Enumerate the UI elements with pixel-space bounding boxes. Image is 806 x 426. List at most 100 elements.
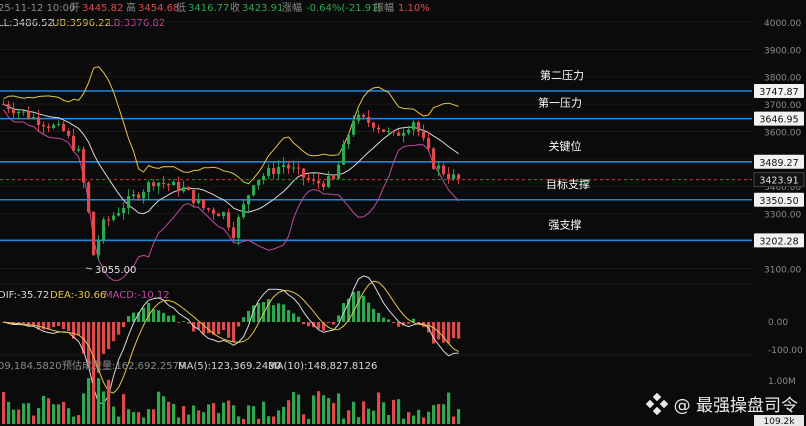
watermark-text: @ 最强操盘司令: [673, 396, 798, 416]
macd-bar: [327, 322, 331, 323]
candle: [237, 217, 241, 239]
volume-bar: [87, 378, 91, 424]
candle: [372, 122, 376, 128]
low-annotation: 3055.00: [85, 265, 136, 276]
macd-bar: [357, 290, 361, 322]
volume-bar: [182, 406, 186, 424]
candle: [227, 212, 231, 228]
volume-bar: [177, 417, 181, 424]
volume-bar: [77, 415, 81, 424]
candle: [387, 130, 391, 132]
volume-bar: [362, 401, 366, 424]
candle: [212, 209, 216, 214]
level-price-label: 3350.50: [759, 196, 798, 207]
low-label: 低: [176, 1, 186, 14]
open-label: 开: [70, 3, 80, 14]
candle: [82, 149, 86, 183]
macd-bar: [372, 308, 376, 322]
volume-bar: [12, 409, 16, 424]
volume-bar: [257, 418, 261, 424]
lower-band-line: [3, 109, 459, 281]
macd-bar: [277, 303, 281, 322]
macd-bar: [292, 313, 296, 322]
candle: [347, 134, 351, 145]
candle: [412, 122, 416, 130]
low-annotation-label: 3055.00: [95, 265, 136, 276]
macd-bar: [117, 322, 121, 335]
volume-bar: [32, 415, 36, 424]
macd-bar: [377, 312, 381, 322]
candle: [367, 116, 371, 123]
volume-value: 09,184.5820: [0, 361, 62, 372]
macd-bar: [67, 322, 71, 331]
candle: [282, 164, 286, 168]
candle: [292, 167, 296, 169]
volume-bar: [227, 400, 231, 424]
current-price: 3423.91: [0, 172, 805, 188]
macd-bar: [57, 322, 61, 326]
volume-bar: [172, 403, 176, 424]
volume-bar: [382, 402, 386, 424]
candle: [187, 187, 191, 191]
macd-bar: [332, 322, 336, 325]
volume-bar: [312, 395, 316, 424]
macd-bar: [62, 322, 66, 330]
y-tick-label: 3300.00: [764, 211, 801, 221]
volume-bar: [447, 392, 451, 424]
macd-bar: [302, 322, 306, 325]
volume-bar: [307, 418, 311, 424]
candle: [37, 117, 41, 125]
amp-value: 1.10%: [398, 3, 430, 14]
candle: [362, 114, 366, 117]
watermark: @ 最强操盘司令: [645, 391, 798, 416]
level-price-label: 3646.95: [759, 115, 798, 126]
volume-bar: [367, 408, 371, 424]
level-price-label: 3489.27: [759, 158, 798, 169]
volume-bar: [217, 412, 221, 424]
candle: [142, 192, 146, 199]
candle: [352, 120, 356, 135]
candle: [222, 212, 226, 217]
macd-bar: [187, 322, 191, 324]
macd-bar: [352, 291, 356, 322]
volume-bar: [102, 391, 106, 424]
candle: [102, 219, 106, 241]
candle: [22, 111, 26, 113]
bollinger-bands: [3, 66, 459, 281]
volume-bar: [372, 410, 376, 424]
candle: [207, 208, 211, 210]
macd-bar: [217, 322, 221, 335]
candle: [297, 167, 301, 169]
close-value: 3423.91: [242, 3, 283, 14]
volume-bar: [402, 418, 406, 424]
macd-bar: [407, 322, 411, 324]
macd-bar: [287, 310, 291, 322]
level-price-label: 3202.28: [759, 236, 798, 247]
candle: [7, 104, 11, 110]
volume-bar: [192, 405, 196, 424]
macd-bar: [247, 310, 251, 322]
volume-bar: [337, 393, 341, 424]
boll-lb: LB:3376.82: [108, 18, 165, 29]
volume-bar: [147, 409, 151, 424]
low-value: 3416.77: [188, 3, 229, 14]
macd-bar: [112, 322, 116, 342]
candle: [92, 211, 96, 256]
y-tick-label: 3700.00: [764, 101, 801, 111]
macd-bar: [52, 322, 56, 328]
macd-bar: [172, 315, 176, 322]
volume-bar: [27, 403, 31, 424]
volume-bar: [92, 382, 96, 424]
macd-dif: DIF:-35.72: [0, 290, 49, 301]
volume-bar: [262, 401, 266, 424]
candle: [267, 168, 271, 176]
volume-bar: [317, 391, 321, 424]
diamond-logo-icon: [645, 392, 668, 415]
boll-ub: UB:3596.22: [52, 18, 111, 29]
level-label: 第二压力: [540, 68, 584, 82]
volume-bar: [22, 403, 26, 424]
volume-bar: [202, 412, 206, 424]
volume-bar: [322, 395, 326, 424]
volume-bar: [272, 416, 276, 424]
candle: [322, 183, 326, 188]
